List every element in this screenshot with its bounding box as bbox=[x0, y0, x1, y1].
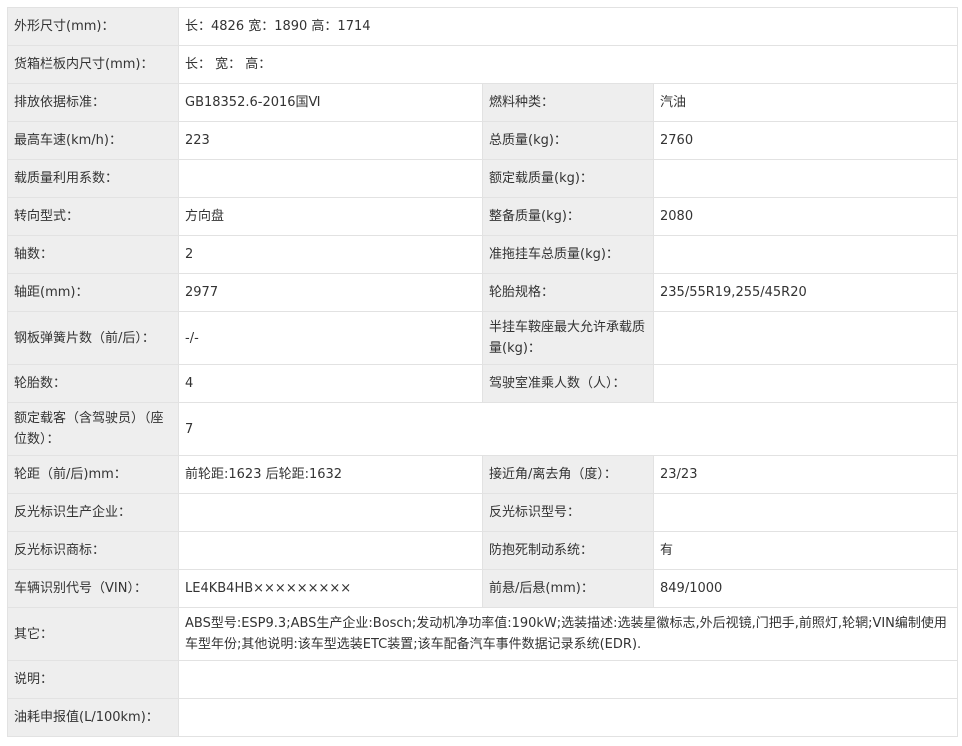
spec-value: 2080 bbox=[652, 197, 959, 236]
spec-row: 轮胎数： 4 驾驶室准乘人数（人）： bbox=[7, 364, 959, 403]
spec-value bbox=[178, 159, 483, 198]
spec-value bbox=[652, 235, 959, 274]
spec-label: 反光标识型号： bbox=[482, 493, 654, 532]
spec-value bbox=[652, 311, 959, 365]
spec-label: 前悬/后悬(mm)： bbox=[482, 569, 654, 608]
spec-value: 汽油 bbox=[652, 83, 959, 122]
spec-label: 货箱栏板内尺寸(mm)： bbox=[7, 45, 179, 84]
spec-label: 燃料种类： bbox=[482, 83, 654, 122]
spec-label: 总质量(kg)： bbox=[482, 121, 654, 160]
spec-label: 说明： bbox=[7, 660, 179, 699]
spec-value bbox=[178, 531, 483, 570]
spec-value bbox=[177, 660, 959, 699]
vehicle-spec-table: 外形尺寸(mm)： 长：4826 宽：1890 高：1714 货箱栏板内尺寸(mm)… bbox=[7, 7, 959, 737]
spec-value: 长：4826 宽：1890 高：1714 bbox=[177, 7, 959, 46]
spec-row: 最高车速(km/h)： 223 总质量(kg)： 2760 bbox=[7, 121, 959, 160]
spec-value: 长： 宽： 高： bbox=[177, 45, 959, 84]
spec-label: 反光标识生产企业： bbox=[7, 493, 179, 532]
spec-label: 反光标识商标： bbox=[7, 531, 179, 570]
spec-label: 外形尺寸(mm)： bbox=[7, 7, 179, 46]
spec-row: 轮距（前/后)mm： 前轮距:1623 后轮距:1632 接近角/离去角（度）： 23… bbox=[7, 455, 959, 494]
spec-value bbox=[652, 159, 959, 198]
spec-row: 额定载客（含驾驶员）（座位数）： 7 bbox=[7, 402, 959, 456]
spec-value: 2760 bbox=[652, 121, 959, 160]
spec-row: 钢板弹簧片数（前/后）： -/- 半挂车鞍座最大允许承载质量(kg)： bbox=[7, 311, 959, 365]
spec-value: 4 bbox=[178, 364, 483, 403]
spec-label: 油耗申报值(L/100km)： bbox=[7, 698, 179, 737]
spec-value: 23/23 bbox=[652, 455, 959, 494]
spec-row: 其它： ABS型号:ESP9.3;ABS生产企业:Bosch;发动机净功率值:19… bbox=[7, 607, 959, 661]
spec-label: 轴数： bbox=[7, 235, 179, 274]
spec-label: 排放依据标准： bbox=[7, 83, 179, 122]
spec-value bbox=[652, 493, 959, 532]
spec-row: 车辆识别代号（VIN）： LE4KB4HB××××××××× 前悬/后悬(mm)： 8… bbox=[7, 569, 959, 608]
spec-row: 外形尺寸(mm)： 长：4826 宽：1890 高：1714 bbox=[7, 7, 959, 46]
spec-value: 前轮距:1623 后轮距:1632 bbox=[178, 455, 483, 494]
spec-row: 反光标识商标： 防抱死制动系统：有 bbox=[7, 531, 959, 570]
spec-label: 轴距(mm)： bbox=[7, 273, 179, 312]
spec-label: 半挂车鞍座最大允许承载质量(kg)： bbox=[482, 311, 654, 365]
spec-label: 其它： bbox=[7, 607, 179, 661]
spec-label: 车辆识别代号（VIN）： bbox=[7, 569, 179, 608]
spec-label: 防抱死制动系统： bbox=[482, 531, 654, 570]
spec-value: 7 bbox=[177, 402, 959, 456]
spec-value bbox=[178, 493, 483, 532]
spec-table-body: 外形尺寸(mm)： 长：4826 宽：1890 高：1714 货箱栏板内尺寸(mm)… bbox=[7, 7, 959, 737]
spec-value: 235/55R19,255/45R20 bbox=[652, 273, 959, 312]
spec-value: GB18352.6-2016国Ⅵ bbox=[178, 83, 483, 122]
spec-label: 载质量利用系数： bbox=[7, 159, 179, 198]
spec-value bbox=[652, 364, 959, 403]
spec-label: 钢板弹簧片数（前/后）： bbox=[7, 311, 179, 365]
spec-value: 方向盘 bbox=[178, 197, 483, 236]
spec-label: 轮距（前/后)mm： bbox=[7, 455, 179, 494]
spec-row: 反光标识生产企业： 反光标识型号： bbox=[7, 493, 959, 532]
spec-value: -/- bbox=[178, 311, 483, 365]
spec-value: 849/1000 bbox=[652, 569, 959, 608]
spec-row: 轴数： 2 准拖挂车总质量(kg)： bbox=[7, 235, 959, 274]
spec-label: 额定载客（含驾驶员）（座位数）： bbox=[7, 402, 179, 456]
spec-value bbox=[177, 698, 959, 737]
spec-label: 准拖挂车总质量(kg)： bbox=[482, 235, 654, 274]
spec-label: 整备质量(kg)： bbox=[482, 197, 654, 236]
spec-value: 2977 bbox=[178, 273, 483, 312]
spec-row: 转向型式： 方向盘 整备质量(kg)： 2080 bbox=[7, 197, 959, 236]
spec-label: 额定载质量(kg)： bbox=[482, 159, 654, 198]
spec-row: 油耗申报值(L/100km)： bbox=[7, 698, 959, 737]
spec-label: 轮胎数： bbox=[7, 364, 179, 403]
spec-value: 223 bbox=[178, 121, 483, 160]
spec-label: 驾驶室准乘人数（人）： bbox=[482, 364, 654, 403]
spec-value: 2 bbox=[178, 235, 483, 274]
spec-label: 接近角/离去角（度）： bbox=[482, 455, 654, 494]
spec-row: 排放依据标准： GB18352.6-2016国Ⅵ 燃料种类： 汽油 bbox=[7, 83, 959, 122]
spec-value: LE4KB4HB××××××××× bbox=[178, 569, 483, 608]
spec-value: ABS型号:ESP9.3;ABS生产企业:Bosch;发动机净功率值:190kW… bbox=[177, 607, 959, 661]
spec-label: 转向型式： bbox=[7, 197, 179, 236]
spec-row: 货箱栏板内尺寸(mm)： 长： 宽： 高： bbox=[7, 45, 959, 84]
spec-row: 说明： bbox=[7, 660, 959, 699]
spec-row: 轴距(mm)： 2977 轮胎规格： 235/55R19,255/45R20 bbox=[7, 273, 959, 312]
spec-value: 有 bbox=[652, 531, 959, 570]
spec-label: 轮胎规格： bbox=[482, 273, 654, 312]
spec-label: 最高车速(km/h)： bbox=[7, 121, 179, 160]
spec-row: 载质量利用系数： 额定载质量(kg)： bbox=[7, 159, 959, 198]
